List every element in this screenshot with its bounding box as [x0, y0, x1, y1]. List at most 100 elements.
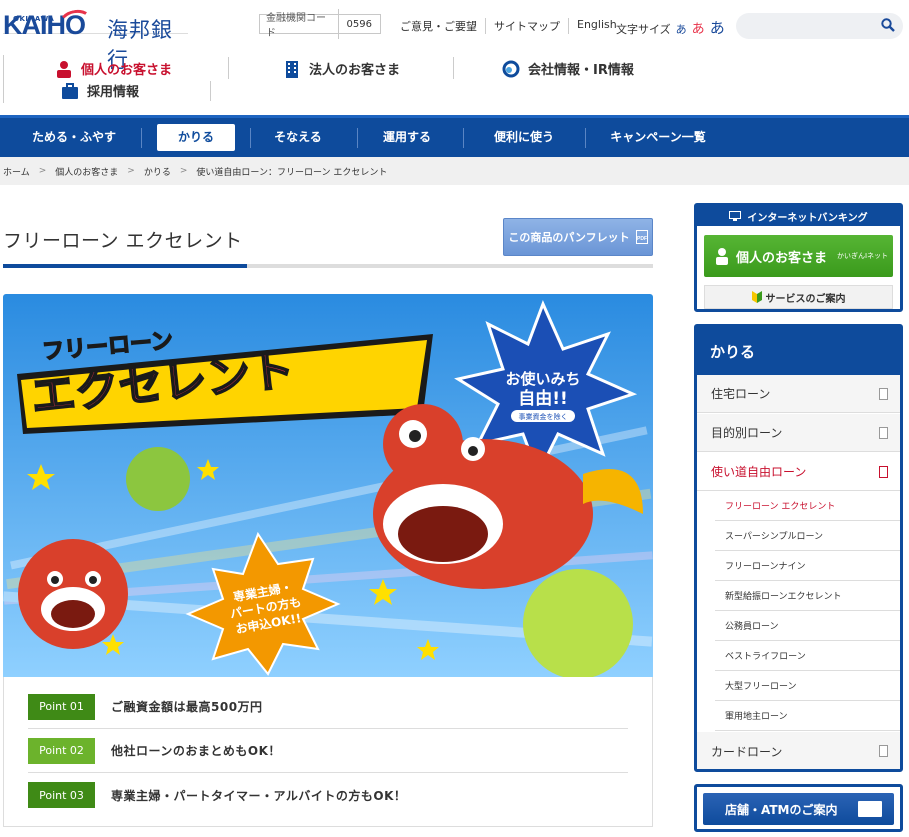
internet-banking-panel: インターネットバンキング 個人のお客さま かいぎんIネット サービスのご案内 [694, 203, 903, 312]
pamphlet-label: この商品のパンフレット [508, 231, 630, 244]
font-size-medium[interactable]: あ [692, 18, 705, 37]
login-label: 個人のお客さま [736, 250, 828, 266]
briefcase-icon [62, 82, 78, 99]
point-text: 専業主婦・パートタイマー・アルバイトの方もOK！ [111, 788, 407, 803]
segment-personal-label: 個人のお客さま [81, 63, 173, 78]
segment-nav: 個人のお客さま 法人のお客さま 会社情報・IR情報 採用情報 [3, 55, 683, 103]
font-size-selector: 文字サイズ あ あ あ [616, 17, 725, 38]
bank-logo[interactable]: OKINAWA KAIHO 海邦銀行 [3, 4, 193, 72]
sidebar-item-housing[interactable]: 住宅ローン [697, 375, 900, 413]
point-tag: Point 03 [28, 782, 95, 808]
point-tag: Point 01 [28, 693, 95, 720]
person-icon [57, 60, 71, 78]
sidebar-item-free[interactable]: 使い道自由ローン [697, 453, 900, 491]
point-row: Point 01 ご融資金額は最高500万円 [28, 685, 628, 729]
breadcrumb: ホーム > 個人のお客さま > かりる > 使い道自由ローン：フリーローン エクセレン… [0, 157, 909, 185]
search-icon[interactable] [881, 18, 895, 32]
monitor-icon [729, 211, 742, 221]
bank-code-box: 金融機関コード 0596 [259, 9, 381, 39]
pamphlet-button[interactable]: この商品のパンフレット PDF [503, 218, 653, 256]
document-icon [879, 427, 888, 439]
breadcrumb-current: 使い道自由ローン：フリーローン エクセレント [196, 167, 388, 178]
breadcrumb-personal[interactable]: 個人のお客さま [55, 165, 118, 178]
segment-company[interactable]: 会社情報・IR情報 [502, 59, 634, 78]
main-nav: ためる・ふやす かりる そなえる 運用する 便利に使う キャンペーン一覧 [0, 115, 909, 157]
sidebar-subitem[interactable]: ベストライフローン [715, 641, 900, 671]
feedback-link[interactable]: ご意見・ご要望 [392, 18, 485, 34]
sidebar-subitem[interactable]: 公務員ローン [715, 611, 900, 641]
store-icon [858, 801, 882, 817]
nav-separator [463, 128, 464, 148]
chevron-right-icon: > [127, 166, 135, 176]
sidebar-header: かりる [697, 327, 900, 375]
sidebar-item-label: 住宅ローン [711, 387, 771, 401]
nav-sonaeru[interactable]: そなえる [256, 118, 340, 157]
document-icon [879, 745, 888, 757]
sidebar-item-purpose[interactable]: 目的別ローン [697, 414, 900, 452]
svg-text:お使いみち: お使いみち [505, 370, 580, 388]
sidebar: かりる 住宅ローン 目的別ローン 使い道自由ローン フリーローン エクセレント … [694, 324, 903, 772]
svg-text:PDF: PDF [637, 236, 647, 242]
login-sub: かいぎんIネット [837, 252, 889, 260]
document-icon [879, 388, 888, 400]
sidebar-subitem[interactable]: 大型フリーローン [715, 671, 900, 701]
nav-campaign[interactable]: キャンペーン一覧 [596, 118, 720, 157]
service-guide-button[interactable]: サービスのご案内 [704, 285, 893, 309]
atm-button[interactable]: 店舗・ATMのご案内 [703, 793, 894, 825]
shisa-small [18, 539, 128, 649]
nav-separator [357, 128, 358, 148]
top-links: ご意見・ご要望 サイトマップ English [392, 18, 625, 34]
segment-corporate-label: 法人のお客さま [309, 63, 401, 78]
divider [3, 55, 4, 103]
divider [453, 57, 454, 79]
page-title: フリーローン エクセレント [3, 230, 243, 252]
person-icon [716, 248, 728, 265]
product-points: Point 01 ご融資金額は最高500万円 Point 02 他社ローンのおま… [3, 677, 653, 827]
sidebar-subitem[interactable]: スーパーシンプルローン [715, 521, 900, 551]
search-input[interactable] [736, 13, 903, 39]
point-row: Point 02 他社ローンのおまとめもOK！ [28, 729, 628, 773]
divider [228, 57, 229, 79]
sidebar-subitem[interactable]: フリーローン エクセレント [715, 491, 900, 521]
nav-benri[interactable]: 便利に使う [474, 118, 574, 157]
sidebar-item-card[interactable]: カードローン [697, 732, 900, 769]
nav-separator [141, 128, 142, 148]
segment-corporate[interactable]: 法人のお客さま [283, 59, 400, 78]
pdf-icon: PDF [635, 230, 648, 244]
nav-unyou[interactable]: 運用する [365, 118, 449, 157]
font-size-large[interactable]: あ [710, 17, 725, 38]
service-guide-label: サービスのご案内 [765, 293, 846, 305]
nav-kariru[interactable]: かりる [157, 124, 235, 151]
segment-recruit[interactable]: 採用情報 [61, 81, 139, 100]
internet-banking-title: インターネットバンキング [747, 212, 868, 224]
sitemap-link[interactable]: サイトマップ [485, 18, 568, 34]
sidebar-item-label: 使い道自由ローン [711, 465, 807, 479]
font-size-small[interactable]: あ [676, 21, 687, 37]
company-logo-icon [502, 60, 520, 77]
bank-code-label: 金融機関コード [260, 9, 339, 39]
sidebar-subitem[interactable]: フリーローンナイン [715, 551, 900, 581]
nav-separator [250, 128, 251, 148]
point-row: Point 03 専業主婦・パートタイマー・アルバイトの方もOK！ [28, 773, 628, 817]
atm-label: 店舗・ATMのご案内 [725, 802, 838, 817]
point-text: 他社ローンのおまとめもOK！ [111, 744, 281, 758]
breadcrumb-kariru[interactable]: かりる [144, 165, 171, 178]
sidebar-subitem[interactable]: 新型給振ローンエクセレント [715, 581, 900, 611]
sidebar-subitem[interactable]: 軍用地主ローン [715, 701, 900, 731]
document-icon [879, 466, 888, 478]
point-tag: Point 02 [28, 737, 95, 764]
svg-text:自由!!: 自由!! [518, 388, 568, 409]
title-underline [3, 264, 653, 268]
personal-login-button[interactable]: 個人のお客さま かいぎんIネット [704, 235, 893, 277]
chevron-right-icon: > [179, 166, 188, 176]
nav-separator [585, 128, 586, 148]
internet-banking-header: インターネットバンキング [697, 206, 900, 226]
svg-text:事業資金を除く: 事業資金を除く [519, 412, 568, 421]
segment-company-label: 会社情報・IR情報 [528, 63, 634, 78]
nav-tameru[interactable]: ためる・ふやす [18, 118, 130, 157]
product-banner: フリーローン エクセレント お使いみち 自由!! 事業資金を除く 専業主婦・ パ… [3, 294, 653, 677]
segment-personal[interactable]: 個人のお客さま [55, 59, 172, 78]
breadcrumb-home[interactable]: ホーム [3, 165, 30, 178]
point-text: ご融資金額は最高500万円 [111, 700, 263, 714]
segment-recruit-label: 採用情報 [87, 85, 140, 100]
